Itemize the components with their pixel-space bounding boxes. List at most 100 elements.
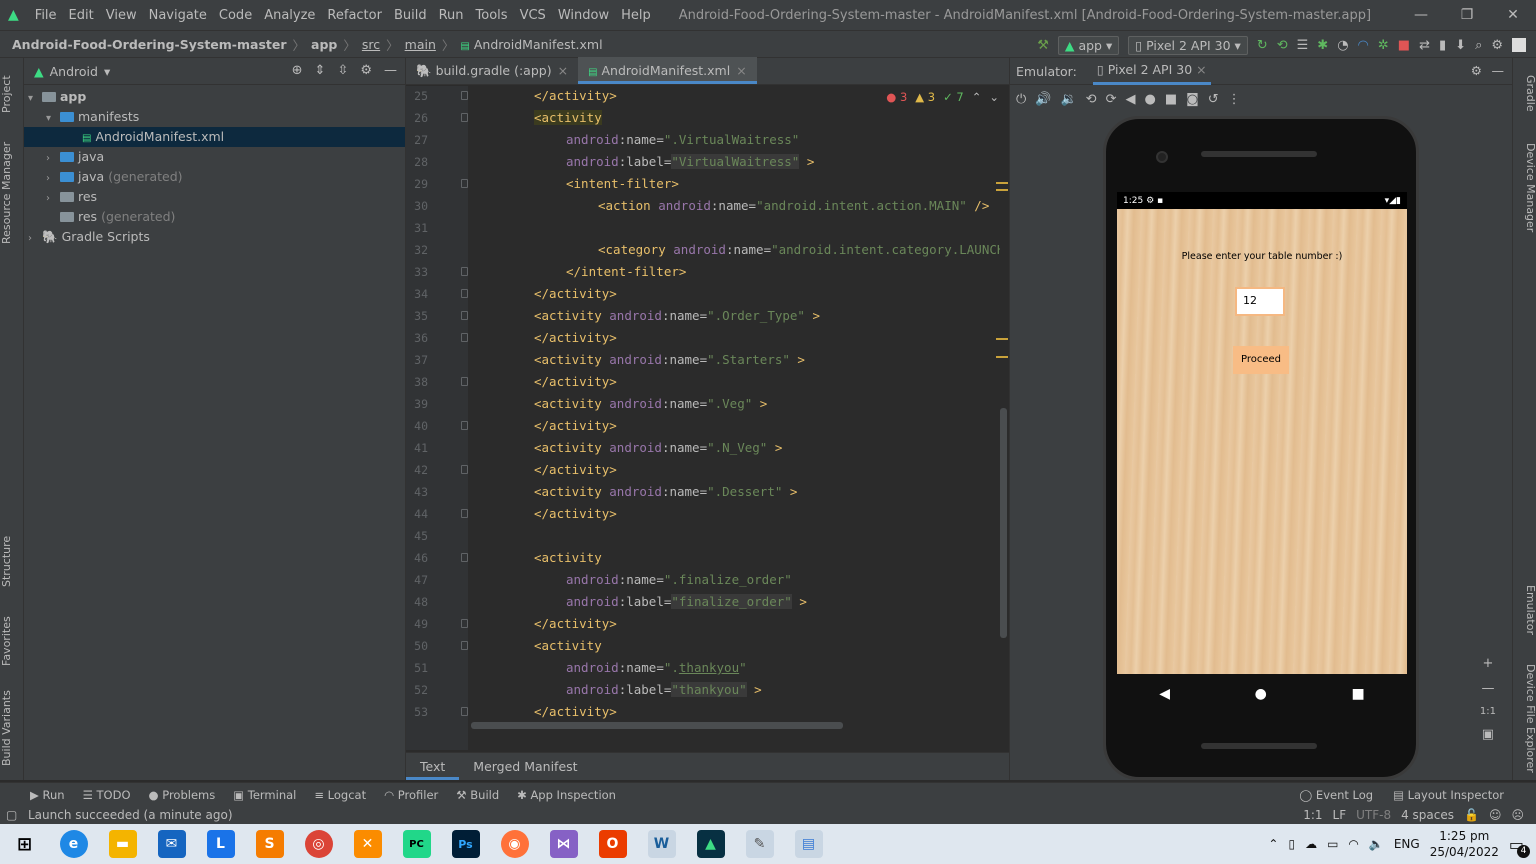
firefox-icon[interactable]: ◉: [500, 830, 529, 858]
tree-item-java[interactable]: › java: [24, 147, 405, 167]
tree-item-java-generated[interactable]: › java (generated): [24, 167, 405, 187]
close-tab-icon[interactable]: ×: [736, 63, 746, 78]
zoom-actual-size[interactable]: 1:1: [1480, 706, 1496, 717]
tree-item-androidmanifest[interactable]: ▤ AndroidManifest.xml: [24, 127, 405, 147]
chevron-up-icon[interactable]: ⌃: [1268, 837, 1278, 851]
fold-marker-icon[interactable]: [461, 333, 468, 342]
account-icon[interactable]: [1512, 38, 1526, 52]
home-icon[interactable]: ●: [1255, 686, 1267, 702]
warning-marker[interactable]: [996, 356, 1008, 358]
minimize-icon[interactable]: —: [1398, 0, 1444, 30]
word-icon[interactable]: W: [647, 830, 676, 858]
photoshop-icon[interactable]: Ps: [451, 830, 480, 858]
menu-navigate[interactable]: Navigate: [149, 8, 207, 23]
tree-item-res-generated[interactable]: res (generated): [24, 207, 405, 227]
windows-start-icon[interactable]: ⊞: [11, 830, 39, 858]
menu-code[interactable]: Code: [219, 8, 252, 23]
expand-all-icon[interactable]: ⇕: [315, 63, 326, 78]
tab-emulator-device[interactable]: ▯ Pixel 2 API 30 ×: [1092, 58, 1211, 85]
warning-marker[interactable]: [996, 182, 1008, 184]
restore-icon[interactable]: ❐: [1444, 0, 1490, 30]
tab-gradle[interactable]: Gradle: [1513, 68, 1536, 118]
device-screen[interactable]: 1:25 ⚙ ▪ ▾◢▮ Please enter your table num…: [1117, 192, 1407, 674]
sync-icon[interactable]: ⇄: [1419, 38, 1430, 53]
run-config-select[interactable]: ▲ app ▾: [1057, 35, 1120, 55]
l-app-icon[interactable]: L: [206, 830, 235, 858]
close-tab-icon[interactable]: ×: [558, 63, 568, 78]
tree-item-app[interactable]: ▾ app: [24, 87, 405, 107]
fold-marker-icon[interactable]: [461, 289, 468, 298]
sublime-icon[interactable]: S: [255, 830, 284, 858]
speaker-icon[interactable]: 🔈: [1369, 837, 1384, 851]
fold-marker-icon[interactable]: [461, 707, 468, 716]
zoom-out-icon[interactable]: —: [1481, 681, 1494, 696]
menu-view[interactable]: View: [106, 8, 137, 23]
sdk-manager-icon[interactable]: ⬇: [1455, 38, 1466, 53]
avd-manager-icon[interactable]: ▮: [1439, 38, 1446, 53]
collapse-all-icon[interactable]: ⇳: [337, 63, 348, 78]
fold-marker-icon[interactable]: [461, 267, 468, 276]
tree-item-manifests[interactable]: ▾ manifests: [24, 107, 405, 127]
apply-code-changes-icon[interactable]: ⟲: [1277, 38, 1288, 53]
code-area[interactable]: </activity> <activity android:name=".Vir…: [472, 86, 1000, 750]
menu-vcs[interactable]: VCS: [520, 8, 546, 23]
file-explorer-icon[interactable]: ▬: [108, 830, 137, 858]
warning-marker[interactable]: [996, 338, 1008, 340]
attach-debugger-icon[interactable]: ✲: [1378, 38, 1389, 53]
pycharm-icon[interactable]: PC: [402, 830, 431, 858]
stop-icon[interactable]: ■: [1398, 38, 1410, 53]
snapshot-icon[interactable]: ↺: [1208, 92, 1219, 107]
breadcrumb-src[interactable]: src: [362, 37, 380, 52]
search-icon[interactable]: ⌕: [1475, 38, 1482, 53]
tree-item-res[interactable]: › res: [24, 187, 405, 207]
chevron-right-icon[interactable]: ›: [28, 229, 42, 249]
volume-up-icon[interactable]: 🔊: [1035, 92, 1051, 107]
indent-setting[interactable]: 4 spaces: [1401, 808, 1454, 822]
apply-changes-icon[interactable]: ↻: [1257, 38, 1268, 53]
menu-analyze[interactable]: Analyze: [264, 8, 315, 23]
overview-icon[interactable]: ■: [1351, 686, 1364, 702]
tab-build-variants[interactable]: Build Variants: [0, 686, 24, 770]
hide-icon[interactable]: —: [384, 63, 397, 78]
camera-icon[interactable]: ◙: [1186, 92, 1199, 107]
fold-marker-icon[interactable]: [461, 509, 468, 518]
tab-resource-manager[interactable]: Resource Manager: [0, 134, 24, 252]
toolwindow-logcat[interactable]: ≡ Logcat: [314, 788, 366, 802]
battery-icon[interactable]: ▭: [1327, 837, 1338, 851]
chevron-down-icon[interactable]: ▾: [104, 64, 110, 79]
horizontal-scrollbar[interactable]: [471, 722, 843, 729]
status-toggle-icon[interactable]: ▢: [6, 808, 17, 822]
toolwindow-build[interactable]: ⚒ Build: [456, 788, 499, 802]
chevron-down-icon[interactable]: ⌄: [989, 90, 999, 104]
back-icon[interactable]: ◀: [1159, 686, 1170, 702]
menu-file[interactable]: File: [35, 8, 57, 23]
mail-icon[interactable]: ✉: [157, 830, 186, 858]
chevron-down-icon[interactable]: ▾: [46, 109, 60, 129]
caret-position[interactable]: 1:1: [1303, 808, 1322, 822]
fold-marker-icon[interactable]: [461, 465, 468, 474]
toolwindow-run[interactable]: ▶ Run: [30, 788, 65, 802]
toolwindow-event-log[interactable]: ◯ Event Log: [1299, 788, 1373, 802]
android-studio-icon[interactable]: ▲: [696, 830, 725, 858]
toolwindow-profiler[interactable]: ◠ Profiler: [384, 788, 438, 802]
menu-window[interactable]: Window: [558, 8, 609, 23]
office-icon[interactable]: O: [598, 830, 627, 858]
menu-refactor[interactable]: Refactor: [327, 8, 382, 23]
fold-marker-icon[interactable]: [461, 553, 468, 562]
fold-marker-icon[interactable]: [461, 311, 468, 320]
warning-marker[interactable]: [996, 189, 1008, 191]
device-select[interactable]: ▯ Pixel 2 API 30 ▾: [1128, 35, 1248, 55]
gear-icon[interactable]: ⚙: [1471, 63, 1482, 78]
overview-icon[interactable]: ■: [1165, 92, 1177, 107]
back-icon[interactable]: ◀: [1125, 92, 1135, 107]
volume-down-icon[interactable]: 🔉: [1060, 92, 1076, 107]
gear-icon[interactable]: ⚙: [360, 63, 372, 78]
toolwindow-terminal[interactable]: ▣ Terminal: [233, 788, 296, 802]
project-view-selector[interactable]: Android: [50, 64, 98, 79]
tab-merged-manifest[interactable]: Merged Manifest: [459, 753, 591, 780]
wifi-icon[interactable]: ◠: [1348, 837, 1358, 851]
menu-build[interactable]: Build: [394, 8, 427, 23]
chevron-right-icon[interactable]: ›: [46, 169, 60, 189]
tab-emulator[interactable]: Emulator: [1513, 580, 1536, 640]
proceed-button[interactable]: Proceed: [1233, 346, 1289, 374]
